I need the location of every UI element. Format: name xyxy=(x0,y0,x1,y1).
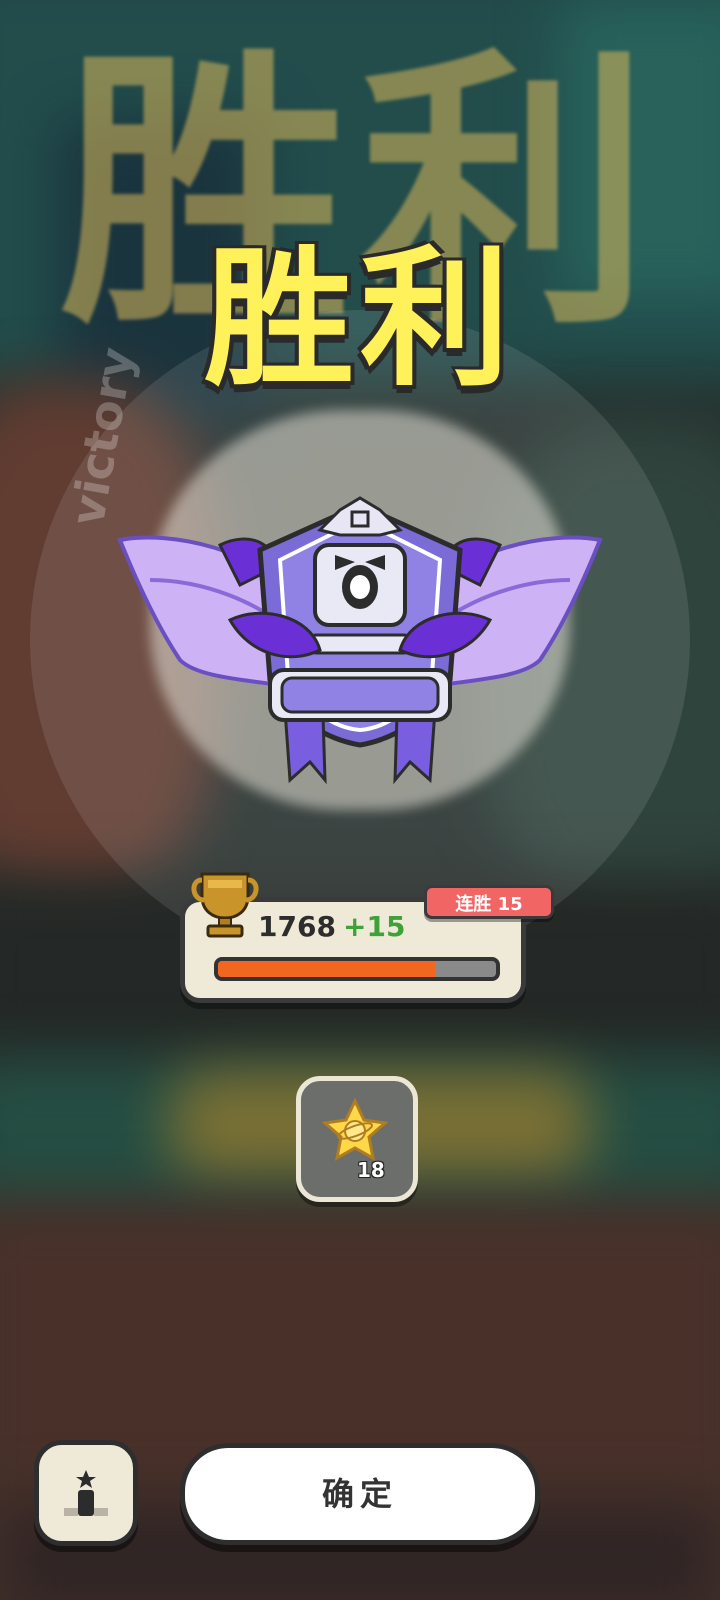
win-streak-badge: 连胜 15 xyxy=(424,885,554,919)
rank-score-delta: +15 xyxy=(343,910,406,943)
rank-progress-bar xyxy=(214,957,500,981)
trophy-icon xyxy=(191,872,259,938)
confirm-button[interactable]: 确定 xyxy=(180,1443,540,1545)
rank-progress-fill xyxy=(218,961,435,977)
podium-icon xyxy=(64,1470,108,1516)
planet-star-icon xyxy=(322,1098,388,1161)
victory-title: 胜利 xyxy=(203,233,516,407)
reward-count: 18 xyxy=(357,1158,385,1182)
victory-emblem-icon xyxy=(117,496,603,785)
rank-score: 1768 xyxy=(258,910,336,943)
